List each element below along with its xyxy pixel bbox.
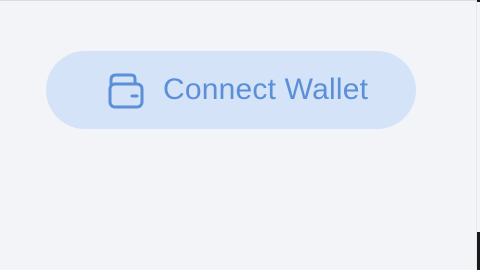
connect-wallet-label: Connect Wallet: [163, 73, 369, 106]
wallet-icon: [108, 73, 144, 109]
page-canvas: [0, 0, 477, 268]
